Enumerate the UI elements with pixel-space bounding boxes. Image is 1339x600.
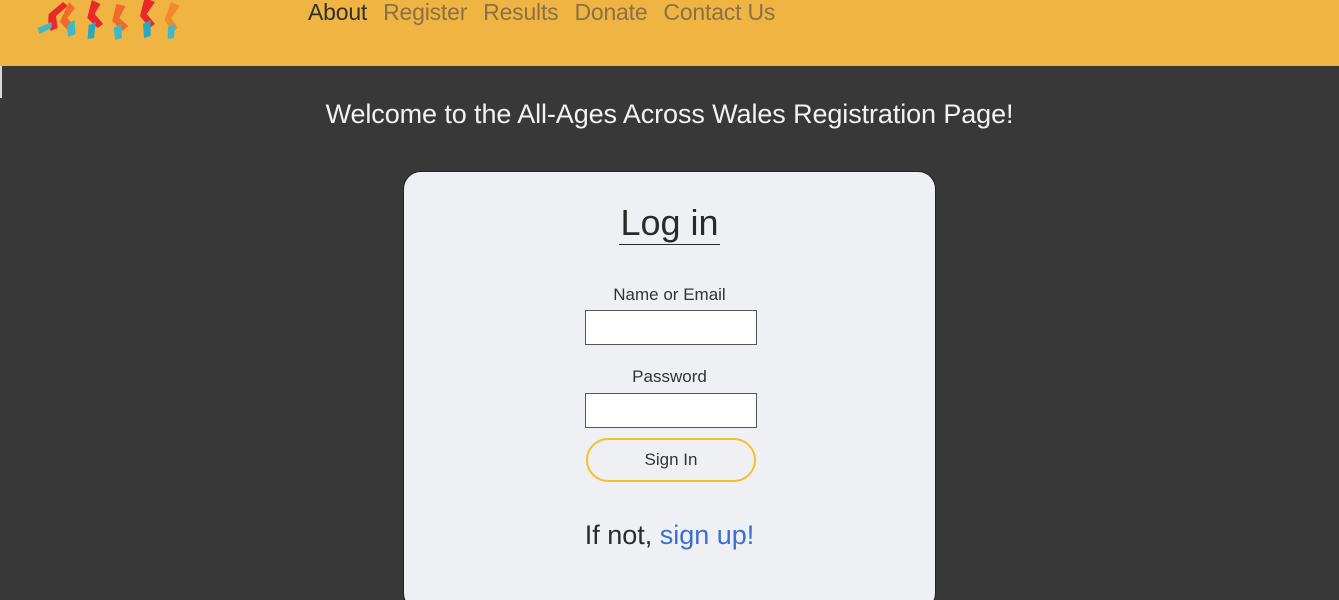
password-label: Password [632,367,707,386]
runners-logo-icon[interactable] [36,0,201,50]
login-title: Log in [404,202,935,245]
nav-item-register[interactable]: Register [375,0,475,24]
nav-item-donate[interactable]: Donate [566,0,655,24]
signup-prompt: If not, sign up! [404,518,935,552]
login-card: Log in Name or Email Password Sign In If… [403,171,936,600]
sign-up-link[interactable]: sign up! [660,520,755,550]
nav-item-results[interactable]: Results [475,0,566,24]
name-or-email-input[interactable] [585,310,757,345]
name-or-email-label: Name or Email [613,285,726,304]
welcome-heading: Welcome to the All-Ages Across Wales Reg… [325,99,1014,129]
sign-in-button[interactable]: Sign In [586,438,756,482]
password-input[interactable] [585,393,757,428]
nav-item-contact-us[interactable]: Contact Us [655,0,783,24]
main-nav: About Register Results Donate Contact Us [300,0,783,28]
page-edge [0,66,2,98]
nav-item-about[interactable]: About [300,0,375,24]
signup-prefix: If not, [584,520,660,550]
site-header: About Register Results Donate Contact Us [0,0,1339,66]
login-title-text: Log in [619,202,720,245]
